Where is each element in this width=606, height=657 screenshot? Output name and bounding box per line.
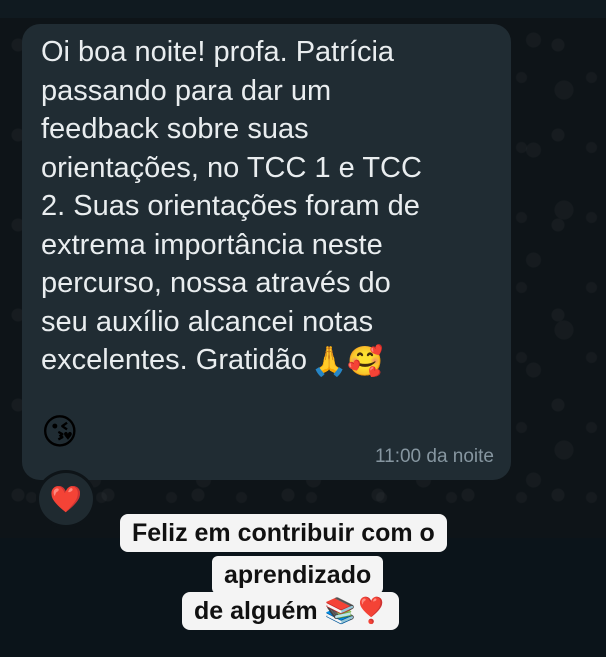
message-text: Oi boa noite! profa. Patrícia passando p… (41, 36, 422, 376)
heart-reaction-icon[interactable]: ❤️ (36, 470, 96, 528)
top-strip (0, 0, 606, 18)
message-body: Oi boa noite! profa. Patrícia passando p… (41, 33, 501, 380)
caption-line-3: de alguém 📚❣️ (182, 592, 399, 630)
caption-line-2: aprendizado (212, 556, 384, 594)
caption-line-1: Feliz em contribuir com o (120, 514, 447, 552)
message-timestamp: 11:00 da noite (374, 446, 494, 467)
prayer-and-love-emoji-icon: 🙏🥰 (310, 346, 384, 378)
kiss-emoji-icon: 😘 (41, 411, 79, 452)
